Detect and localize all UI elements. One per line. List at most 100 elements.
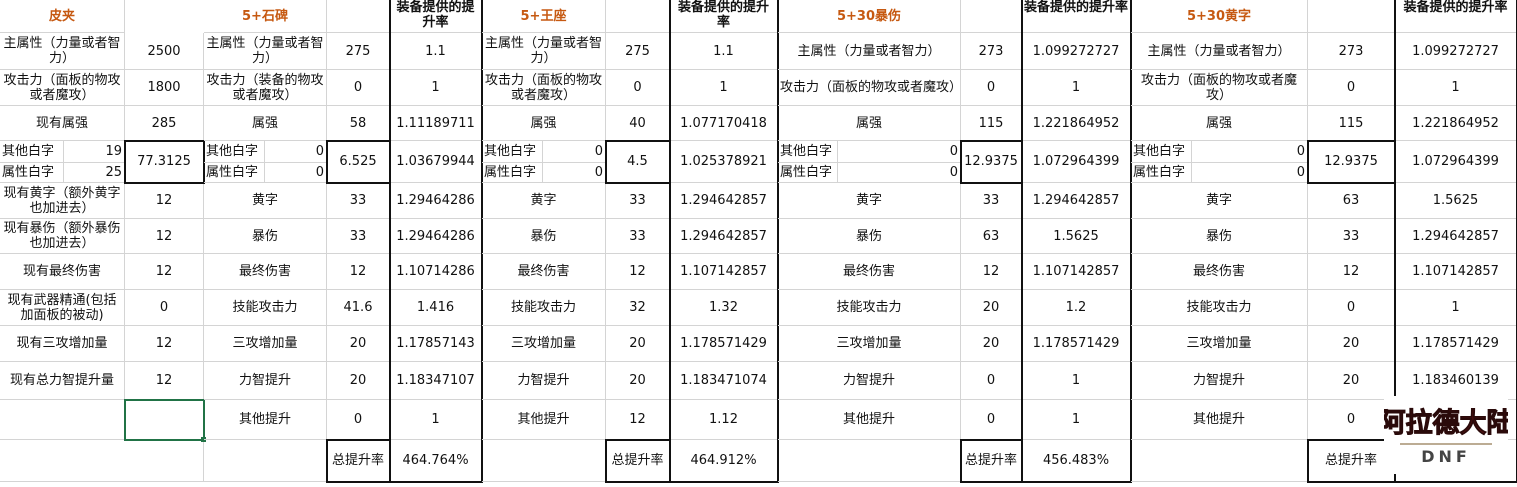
white-total[interactable]: 4.5 <box>606 141 670 183</box>
empty-cell[interactable] <box>0 400 125 440</box>
attr-white-label: 属性白字 <box>778 163 838 183</box>
group-value[interactable]: 20 <box>327 362 390 400</box>
base-value[interactable]: 12 <box>125 254 204 290</box>
group-title: 5+30黄字 <box>1131 0 1308 33</box>
white-total[interactable]: 12.9375 <box>1308 141 1395 183</box>
group-value[interactable]: 0 <box>1308 290 1395 326</box>
group-value[interactable]: 12 <box>961 254 1022 290</box>
group-value[interactable]: 12 <box>606 400 670 440</box>
group-value[interactable]: 33 <box>606 219 670 254</box>
group-value[interactable]: 33 <box>1308 219 1395 254</box>
other-white-label: 其他白字 <box>1131 141 1192 163</box>
group-value[interactable]: 275 <box>327 33 390 70</box>
group-value[interactable]: 0 <box>1308 400 1395 440</box>
empty-cell[interactable] <box>482 440 606 482</box>
base-attr-white-value[interactable]: 25 <box>64 163 125 183</box>
base-white-total[interactable]: 77.3125 <box>125 141 204 183</box>
base-value[interactable]: 285 <box>125 106 204 141</box>
group-value[interactable]: 20 <box>327 326 390 362</box>
group-label: 属强 <box>1131 106 1308 141</box>
group-value[interactable]: 12 <box>606 254 670 290</box>
group-value[interactable]: 33 <box>606 183 670 219</box>
group-value[interactable]: 33 <box>327 219 390 254</box>
base-value[interactable]: 0 <box>125 290 204 326</box>
group-value[interactable]: 115 <box>961 106 1022 141</box>
empty-cell[interactable] <box>327 0 390 33</box>
group-value[interactable]: 0 <box>961 70 1022 106</box>
white-rate: 1.072964399 <box>1022 141 1131 183</box>
other-white-value[interactable]: 0 <box>838 141 961 163</box>
group-value[interactable]: 20 <box>961 290 1022 326</box>
group-label: 攻击力（面板的物攻或者魔攻） <box>1131 70 1308 106</box>
base-value[interactable]: 1800 <box>125 70 204 106</box>
group-value[interactable]: 0 <box>961 362 1022 400</box>
group-rate: 1.178571429 <box>1022 326 1131 362</box>
group-value[interactable]: 0 <box>961 400 1022 440</box>
group-value[interactable]: 33 <box>327 183 390 219</box>
group-rate: 1.29464286 <box>390 183 482 219</box>
total-value: 464.764% <box>390 440 482 482</box>
other-white-value[interactable]: 0 <box>265 141 327 163</box>
base-value[interactable]: 12 <box>125 326 204 362</box>
attr-white-value[interactable]: 0 <box>838 163 961 183</box>
group-value[interactable]: 275 <box>606 33 670 70</box>
base-label: 主属性（力量或者智力） <box>0 33 125 70</box>
group-label: 三攻增加量 <box>1131 326 1308 362</box>
group-rate: 1.1 <box>670 33 778 70</box>
group-rate: 1.294642857 <box>670 183 778 219</box>
group-value[interactable]: 0 <box>327 400 390 440</box>
group-rate: 1.1 <box>390 33 482 70</box>
group-value[interactable]: 12 <box>327 254 390 290</box>
base-value[interactable]: 2500 <box>125 33 204 70</box>
group-value[interactable]: 40 <box>606 106 670 141</box>
base-value[interactable]: 12 <box>125 362 204 400</box>
empty-cell[interactable] <box>1131 440 1308 482</box>
base-value[interactable]: 12 <box>125 219 204 254</box>
white-total[interactable]: 6.525 <box>327 141 390 183</box>
total-label: 总提升率 <box>1308 440 1395 482</box>
attr-white-label: 属性白字 <box>1131 163 1192 183</box>
other-white-value[interactable]: 0 <box>1192 141 1308 163</box>
group-value[interactable]: 273 <box>961 33 1022 70</box>
base-value[interactable]: 12 <box>125 183 204 219</box>
total-value: 464.912% <box>670 440 778 482</box>
empty-cell[interactable] <box>606 0 670 33</box>
group-value[interactable]: 0 <box>327 70 390 106</box>
group-value[interactable]: 33 <box>961 183 1022 219</box>
base-other-white-label: 其他白字 <box>0 141 64 163</box>
empty-cell[interactable] <box>204 440 327 482</box>
group-value[interactable]: 63 <box>1308 183 1395 219</box>
other-white-value[interactable]: 0 <box>543 141 606 163</box>
group-value[interactable]: 20 <box>606 326 670 362</box>
group-label: 三攻增加量 <box>778 326 961 362</box>
group-value[interactable]: 20 <box>961 326 1022 362</box>
empty-cell[interactable] <box>961 0 1022 33</box>
white-total[interactable]: 12.9375 <box>961 141 1022 183</box>
group-value[interactable]: 20 <box>1308 362 1395 400</box>
spreadsheet-grid[interactable]: 皮夹 主属性（力量或者智力） 2500 攻击力（面板的物攻或者魔攻） 1800 现有属强 2… <box>0 0 1517 487</box>
group-value[interactable]: 273 <box>1308 33 1395 70</box>
group-value[interactable]: 20 <box>1308 326 1395 362</box>
group-value[interactable]: 12 <box>1308 254 1395 290</box>
group-value[interactable]: 63 <box>961 219 1022 254</box>
empty-cell[interactable] <box>1308 0 1395 33</box>
group-value[interactable]: 115 <box>1308 106 1395 141</box>
group-value[interactable]: 41.6 <box>327 290 390 326</box>
group-label: 攻击力（装备的物攻或者魔攻） <box>204 70 327 106</box>
group-title: 5+30暴伤 <box>778 0 961 33</box>
group-value[interactable]: 20 <box>606 362 670 400</box>
group-value[interactable]: 0 <box>1308 70 1395 106</box>
attr-white-value[interactable]: 0 <box>265 163 327 183</box>
attr-white-value[interactable]: 0 <box>543 163 606 183</box>
group-value[interactable]: 32 <box>606 290 670 326</box>
empty-cell[interactable] <box>0 440 204 482</box>
empty-cell[interactable] <box>125 400 204 440</box>
group-value[interactable]: 58 <box>327 106 390 141</box>
group-value[interactable]: 0 <box>606 70 670 106</box>
attr-white-value[interactable]: 0 <box>1192 163 1308 183</box>
group-label: 技能攻击力 <box>204 290 327 326</box>
empty-cell[interactable] <box>778 440 961 482</box>
group-rate: 1.10714286 <box>390 254 482 290</box>
logo-title: 阿拉德大陆 <box>1384 407 1508 439</box>
base-other-white-value[interactable]: 19 <box>64 141 125 163</box>
